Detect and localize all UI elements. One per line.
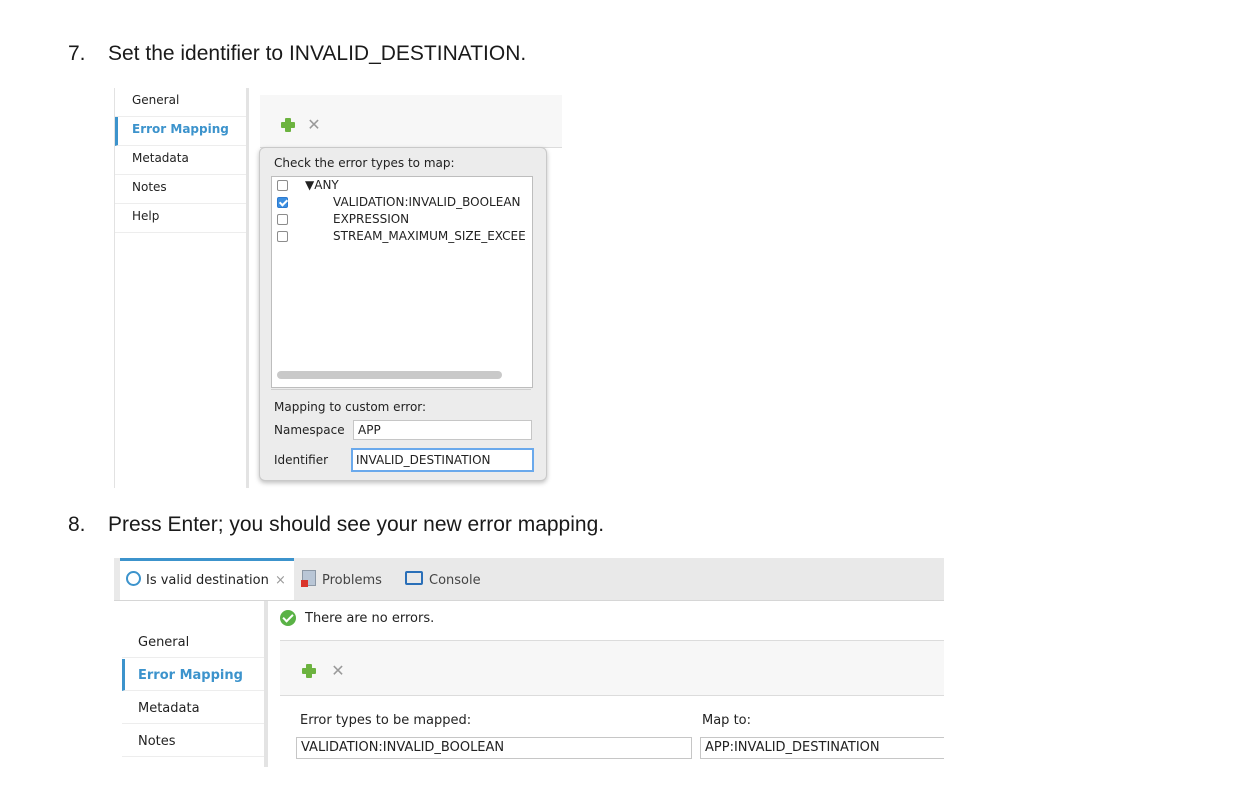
- step-text: Press Enter; you should see your new err…: [108, 513, 605, 536]
- tab-label: Problems: [322, 573, 382, 588]
- checkbox-validation-invalid-boolean[interactable]: [277, 197, 288, 208]
- properties-nav: General Error Mapping Metadata Notes: [114, 601, 264, 767]
- identifier-label: Identifier: [274, 453, 329, 467]
- popup-caption: Check the error types to map:: [274, 156, 455, 170]
- identifier-field[interactable]: INVALID_DESTINATION: [351, 448, 534, 472]
- mapping-toolbar: ✕: [280, 640, 944, 696]
- problems-icon: [301, 570, 316, 587]
- check-circle-icon: [280, 610, 296, 626]
- popup-divider: [271, 389, 531, 390]
- map-to-column-header: Map to:: [702, 713, 751, 728]
- map-to-cell[interactable]: APP:INVALID_DESTINATION: [700, 737, 944, 759]
- tab-problems[interactable]: Problems: [301, 558, 382, 600]
- nav-item-general[interactable]: General: [122, 626, 264, 658]
- namespace-field[interactable]: APP: [353, 420, 532, 440]
- checkbox-stream-maximum-size[interactable]: [277, 231, 288, 242]
- namespace-label: Namespace: [274, 423, 345, 437]
- checkbox-expression[interactable]: [277, 214, 288, 225]
- nav-item-error-mapping[interactable]: Error Mapping: [122, 659, 264, 691]
- nav-divider: [264, 601, 268, 767]
- step-number: 8.: [68, 513, 86, 536]
- nav-item-error-mapping[interactable]: Error Mapping: [115, 117, 247, 146]
- mapping-toolbar: ✕: [260, 95, 562, 148]
- horizontal-scrollbar[interactable]: [277, 371, 502, 379]
- checkbox-any[interactable]: [277, 180, 288, 191]
- tree-item-any[interactable]: ▼ANY: [305, 178, 339, 192]
- nav-divider: [246, 88, 249, 488]
- tab-console[interactable]: Console: [405, 558, 481, 600]
- tree-item-validation-invalid-boolean[interactable]: VALIDATION:INVALID_BOOLEAN: [333, 195, 521, 209]
- error-types-tree: ▼ANY VALIDATION:INVALID_BOOLEAN EXPRESSI…: [271, 176, 533, 388]
- error-type-cell[interactable]: VALIDATION:INVALID_BOOLEAN: [296, 737, 692, 759]
- tree-item-stream-maximum-size[interactable]: STREAM_MAXIMUM_SIZE_EXCEE: [333, 229, 526, 243]
- tab-is-valid-destination[interactable]: Is valid destination ×: [120, 558, 294, 600]
- properties-nav: General Error Mapping Metadata Notes Hel…: [114, 88, 247, 488]
- editor-tab-bar: Is valid destination × Problems Console: [114, 558, 944, 601]
- status-text: There are no errors.: [305, 611, 435, 626]
- nav-item-notes[interactable]: Notes: [122, 725, 264, 757]
- tab-label: Is valid destination: [146, 573, 269, 588]
- tree-item-expression[interactable]: EXPRESSION: [333, 212, 409, 226]
- error-mapping-popup-screenshot: General Error Mapping Metadata Notes Hel…: [114, 88, 562, 488]
- nav-item-metadata[interactable]: Metadata: [115, 146, 247, 175]
- step-number: 7.: [68, 42, 86, 65]
- step-7: 7. Set the identifier to INVALID_DESTINAT…: [68, 42, 526, 66]
- plus-icon[interactable]: [281, 118, 295, 132]
- error-mapping-result-screenshot: Is valid destination × Problems Console …: [114, 558, 944, 767]
- nav-item-notes[interactable]: Notes: [115, 175, 247, 204]
- error-types-column-header: Error types to be mapped:: [300, 713, 472, 728]
- console-icon: [405, 571, 423, 585]
- remove-icon[interactable]: ✕: [330, 663, 346, 679]
- mapping-caption: Mapping to custom error:: [274, 400, 427, 414]
- nav-item-general[interactable]: General: [115, 88, 247, 117]
- close-icon[interactable]: ×: [275, 573, 286, 588]
- plus-icon[interactable]: [302, 664, 316, 678]
- tab-label: Console: [429, 573, 481, 588]
- nav-item-metadata[interactable]: Metadata: [122, 692, 264, 724]
- step-8: 8. Press Enter; you should see your new e…: [68, 513, 604, 537]
- remove-icon[interactable]: ✕: [306, 117, 322, 133]
- step-text: Set the identifier to INVALID_DESTINATIO…: [108, 42, 527, 65]
- nav-item-help[interactable]: Help: [115, 204, 247, 233]
- error-types-popup: Check the error types to map: ▼ANY VALID…: [259, 147, 547, 481]
- flow-icon: [126, 571, 141, 586]
